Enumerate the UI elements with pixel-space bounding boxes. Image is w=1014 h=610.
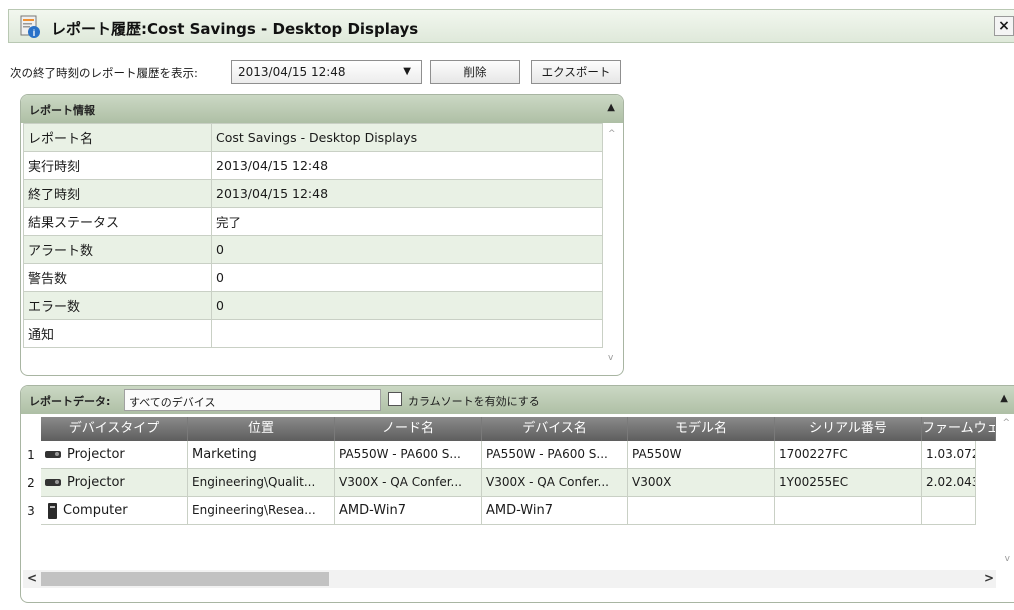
info-value: 0 <box>211 235 603 264</box>
report-data-header: レポートデータ: すべてのデバイス ▼ カラムソートを有効にする ▲ <box>21 386 1014 414</box>
info-value: 完了 <box>211 207 603 236</box>
scroll-up-icon[interactable]: ^ <box>608 129 616 139</box>
serial-number-cell: 1Y00255EC <box>775 469 922 497</box>
report-info-header: レポート情報 ▲ <box>21 95 623 123</box>
model-name-cell <box>628 497 775 525</box>
info-key: 結果ステータス <box>23 207 212 236</box>
device-name-cell: PA550W - PA600 S... <box>482 441 628 469</box>
serial-number-cell <box>775 497 922 525</box>
info-value <box>211 319 603 348</box>
info-value: 2013/04/15 12:48 <box>211 179 603 208</box>
device-filter-select[interactable]: すべてのデバイス ▼ <box>124 389 402 411</box>
device-type-text: Computer <box>63 503 128 518</box>
end-time-select[interactable]: 2013/04/15 12:48 ▼ <box>231 60 422 84</box>
table-row[interactable]: 2 Projector Engineering\Qualit... V300X … <box>21 469 996 497</box>
report-data-title: レポートデータ: <box>29 395 111 408</box>
serial-number-cell: 1700227FC <box>775 441 922 469</box>
report-info-panel: レポート情報 ▲ レポート名 Cost Savings - Desktop Dis… <box>20 94 624 376</box>
device-type-text: Projector <box>67 447 125 462</box>
device-type-cell: Projector <box>41 469 188 497</box>
info-key: アラート数 <box>23 235 212 264</box>
scroll-down-icon[interactable]: v <box>1005 554 1010 564</box>
delete-button[interactable]: 削除 <box>430 60 520 84</box>
report-data-panel: レポートデータ: すべてのデバイス ▼ カラムソートを有効にする ▲ デバイスタ… <box>20 385 1014 603</box>
projector-icon <box>45 451 61 458</box>
firmware-cell: 1.03.072 <box>922 441 976 469</box>
column-header[interactable]: モデル名 <box>628 417 775 441</box>
info-key: 通知 <box>23 319 212 348</box>
column-header[interactable]: 位置 <box>188 417 335 441</box>
device-name-cell: AMD-Win7 <box>482 497 628 525</box>
firmware-cell <box>922 497 976 525</box>
table-row[interactable]: 3 Computer Engineering\Resea... AMD-Win7… <box>21 497 996 525</box>
computer-icon <box>48 502 57 519</box>
column-header[interactable]: デバイスタイプ <box>41 417 188 441</box>
column-header[interactable]: デバイス名 <box>482 417 628 441</box>
firmware-cell: 2.02.043 <box>922 469 976 497</box>
row-number: 3 <box>27 504 35 518</box>
info-key: レポート名 <box>23 123 212 152</box>
grid-body: 1 Projector Marketing PA550W - PA600 S..… <box>21 441 996 525</box>
export-button[interactable]: エクスポート <box>531 60 621 84</box>
collapse-icon[interactable]: ▲ <box>607 102 615 113</box>
info-row: 通知 <box>23 319 603 348</box>
info-key: エラー数 <box>23 291 212 320</box>
window-title: レポート履歴:Cost Savings - Desktop Displays <box>51 20 419 38</box>
info-key: 実行時刻 <box>23 151 212 180</box>
column-header[interactable]: ファームウェ <box>922 417 996 441</box>
svg-text:i: i <box>33 28 36 38</box>
device-type-text: Projector <box>67 475 125 490</box>
location-cell: Marketing <box>188 441 335 469</box>
node-name-cell: PA550W - PA600 S... <box>335 441 482 469</box>
info-row: レポート名 Cost Savings - Desktop Displays <box>23 123 603 152</box>
info-key: 終了時刻 <box>23 179 212 208</box>
close-button[interactable]: × <box>994 16 1014 36</box>
title-bar: i レポート履歴:Cost Savings - Desktop Displays… <box>8 9 1014 43</box>
info-row: アラート数 0 <box>23 235 603 264</box>
end-time-label: 次の終了時刻のレポート履歴を表示: <box>10 66 198 80</box>
location-cell: Engineering\Resea... <box>188 497 335 525</box>
node-name-cell: AMD-Win7 <box>335 497 482 525</box>
scroll-left-icon[interactable]: < <box>27 571 37 585</box>
column-header[interactable]: ノード名 <box>335 417 482 441</box>
scroll-right-icon[interactable]: > <box>984 571 994 585</box>
column-sort-label: カラムソートを有効にする <box>408 395 540 408</box>
report-info-icon: i <box>20 15 40 38</box>
info-value: Cost Savings - Desktop Displays <box>211 123 603 152</box>
collapse-icon[interactable]: ▲ <box>1000 393 1008 404</box>
scroll-up-icon[interactable]: ^ <box>1002 418 1010 428</box>
scrollbar-thumb[interactable] <box>41 572 329 586</box>
info-value: 2013/04/15 12:48 <box>211 151 603 180</box>
column-header[interactable]: シリアル番号 <box>775 417 922 441</box>
table-row[interactable]: 1 Projector Marketing PA550W - PA600 S..… <box>21 441 996 469</box>
column-sort-checkbox[interactable] <box>388 392 402 406</box>
node-name-cell: V300X - QA Confer... <box>335 469 482 497</box>
info-key: 警告数 <box>23 263 212 292</box>
info-row: 警告数 0 <box>23 263 603 292</box>
end-time-value: 2013/04/15 12:48 <box>238 65 346 79</box>
device-type-cell: Projector <box>41 441 188 469</box>
horizontal-scrollbar[interactable]: < > <box>23 570 996 588</box>
report-info-title: レポート情報 <box>29 104 95 117</box>
info-row: 結果ステータス 完了 <box>23 207 603 236</box>
grid-header: デバイスタイプ 位置 ノード名 デバイス名 モデル名 シリアル番号 ファームウェ <box>41 417 996 441</box>
info-value: 0 <box>211 263 603 292</box>
chevron-down-icon: ▼ <box>403 66 411 77</box>
report-info-table: レポート名 Cost Savings - Desktop Displays 実行時… <box>23 123 603 348</box>
info-row: 実行時刻 2013/04/15 12:48 <box>23 151 603 180</box>
device-filter-value: すべてのデバイス <box>129 396 216 409</box>
model-name-cell: PA550W <box>628 441 775 469</box>
info-row: エラー数 0 <box>23 291 603 320</box>
model-name-cell: V300X <box>628 469 775 497</box>
info-scrollbar[interactable]: ^ v <box>605 125 621 365</box>
projector-icon <box>45 479 61 486</box>
row-number: 1 <box>27 448 35 462</box>
device-name-cell: V300X - QA Confer... <box>482 469 628 497</box>
scroll-down-icon[interactable]: v <box>608 353 613 363</box>
device-type-cell: Computer <box>41 497 188 525</box>
info-value: 0 <box>211 291 603 320</box>
location-cell: Engineering\Qualit... <box>188 469 335 497</box>
row-number: 2 <box>27 476 35 490</box>
info-row: 終了時刻 2013/04/15 12:48 <box>23 179 603 208</box>
